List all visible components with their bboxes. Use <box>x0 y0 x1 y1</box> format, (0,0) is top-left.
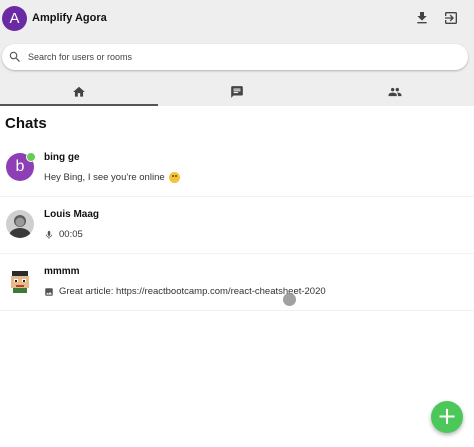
home-icon <box>72 85 86 99</box>
chat-name: Louis Maag <box>44 209 100 220</box>
app-avatar[interactable]: A <box>2 6 27 31</box>
top-bar: A Amplify Agora <box>0 0 474 38</box>
chat-item[interactable]: Louis Maag 00:05 <box>0 197 474 254</box>
app-title: Amplify Agora <box>32 12 107 24</box>
chat-preview-text: Hey Bing, I see you're online <box>44 172 165 183</box>
search-input[interactable] <box>28 48 448 66</box>
mic-icon <box>44 230 54 240</box>
chat-name: mmmm <box>44 266 80 277</box>
chat-preview: 00:05 <box>44 229 83 240</box>
app-root: A Amplify Agora Search for users or room… <box>0 0 474 447</box>
tab-people[interactable] <box>316 78 474 106</box>
chat-item[interactable]: b bing ge Hey Bing, I see you're online <box>0 140 474 197</box>
chat-preview-text: 00:05 <box>59 229 83 240</box>
new-chat-button[interactable]: + <box>431 401 463 433</box>
search-box[interactable] <box>2 44 468 70</box>
avatar: b <box>6 152 36 181</box>
online-status-dot <box>26 152 36 162</box>
download-icon[interactable] <box>414 10 430 26</box>
people-icon <box>388 85 402 99</box>
tab-messages[interactable] <box>158 78 316 106</box>
avatar <box>6 267 34 295</box>
chat-bubble-icon <box>230 85 244 99</box>
chat-preview: Hey Bing, I see you're online <box>44 172 180 183</box>
chat-list: b bing ge Hey Bing, I see you're online … <box>0 140 474 311</box>
avatar <box>6 210 34 238</box>
avatar-letter: b <box>15 158 25 175</box>
tab-home[interactable] <box>0 78 158 106</box>
cursor-indicator <box>283 293 296 306</box>
tab-bar <box>0 78 474 106</box>
search-bar <box>0 38 474 78</box>
chat-item[interactable]: mmmm Great article: https://reactbootcam… <box>0 254 474 311</box>
smiling-face-emoji-icon <box>168 172 180 183</box>
image-icon <box>44 287 54 297</box>
section-title: Chats <box>5 115 47 132</box>
search-icon <box>8 50 22 64</box>
logout-icon[interactable] <box>443 10 459 26</box>
chat-name: bing ge <box>44 152 80 163</box>
